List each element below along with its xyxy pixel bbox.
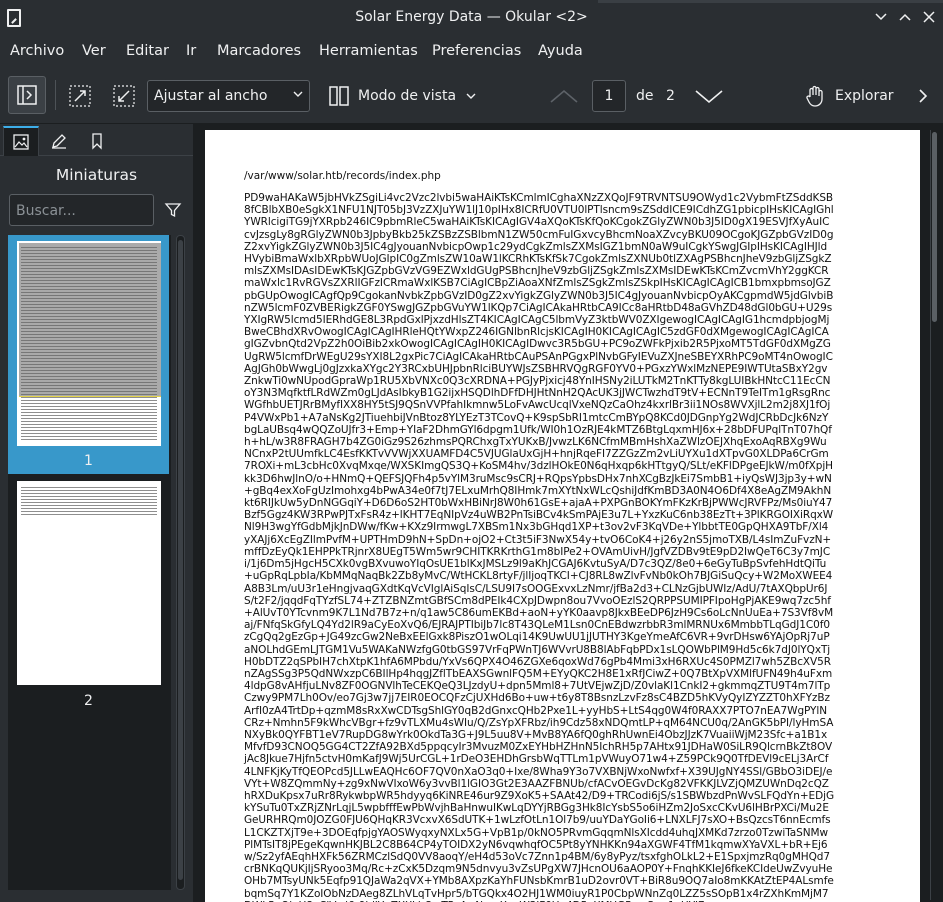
image-icon [13, 134, 29, 150]
zoom-select-icon [113, 85, 135, 107]
content-text: PD9waHAKaW5jbHVkZSgiLi4vc2Vzc2lvbi5waHAi… [244, 192, 753, 204]
scrollbar-handle[interactable] [932, 132, 937, 322]
tab-annotations[interactable] [41, 126, 77, 156]
thumbnail-page-2[interactable] [17, 481, 161, 685]
encoded-content: PD9waHAKaW5jbHVkZSgiLi4vc2Vzc2lvbi5waHAi… [244, 192, 834, 902]
thumbnail-page-1[interactable] [17, 241, 161, 446]
chevron-right-icon[interactable] [918, 88, 928, 104]
content-text: AsIDEwKTsKJGZpbGVzVG9EZWxldGUgPSBhcnJheV… [301, 265, 815, 278]
window-title: Solar Energy Data — Okular <2> [355, 9, 588, 25]
chevron-down-icon[interactable] [466, 92, 476, 100]
thumbnail-label: 1 [84, 453, 93, 469]
total-pages: 2 [666, 88, 675, 104]
sidebar-icon [17, 85, 37, 105]
chevron-up-icon [550, 89, 578, 103]
document-page: /var/www/solar.htb/records/index.php PD9… [205, 130, 920, 902]
zoom-mode-select[interactable]: Ajustar al ancho [147, 80, 310, 112]
zoom-fit-icon [69, 85, 91, 107]
title-bar-accent [598, 0, 943, 3]
menu-ayuda[interactable]: Ayuda [538, 43, 583, 59]
menu-editar[interactable]: Editar [126, 43, 169, 59]
title-bar: Solar Energy Data — Okular <2> [0, 0, 943, 36]
main-toolbar: Ajustar al ancho Modo de vista 1 de 2 Ex… [0, 68, 943, 124]
tab-bookmarks[interactable] [79, 126, 115, 156]
show-sidebar-button[interactable] [8, 76, 46, 114]
view-mode-icon[interactable] [326, 83, 352, 109]
content-text: +PGJyPjxicj48YnIHSNy2iLUTkM2TnKTTy8kgLUI… [244, 375, 834, 595]
hand-icon[interactable] [801, 82, 829, 110]
pen-icon [52, 134, 66, 149]
menu-bar: Archivo Ver Editar Ir Marcadores Herrami… [0, 36, 943, 68]
thumbnail-text-lines [21, 487, 157, 517]
document-scrollbar[interactable] [930, 130, 938, 900]
chevron-down-icon [695, 90, 723, 104]
menu-ir[interactable]: Ir [186, 43, 196, 59]
close-icon[interactable] [920, 8, 938, 26]
minimize-icon[interactable] [872, 8, 890, 26]
browse-tool-button[interactable]: Explorar [835, 88, 894, 104]
menu-herramientas[interactable]: Herramientas [319, 43, 418, 59]
fit-width-button[interactable] [110, 82, 138, 110]
page-of-label: de [636, 88, 654, 104]
previous-page-button[interactable] [548, 82, 580, 110]
view-mode-button[interactable]: Modo de vista [358, 88, 456, 104]
document-viewer[interactable]: /var/www/solar.htb/records/index.php PD9… [193, 124, 943, 902]
visible-area-overlay [19, 243, 161, 397]
next-page-button[interactable] [693, 82, 725, 110]
content-text: xLzNmr/jfBa2d3+CLNzGjbUWIz/AdU/7tAXQbpUr… [244, 582, 835, 902]
fit-page-button[interactable] [66, 82, 94, 110]
scrollbar-handle[interactable] [178, 240, 183, 880]
menu-marcadores[interactable]: Marcadores [217, 43, 301, 59]
tab-thumbnails[interactable] [3, 126, 39, 156]
sidebar-panel: Miniaturas Buscar... 1 2 [0, 124, 193, 902]
page-number-input[interactable]: 1 [592, 80, 626, 112]
zoom-mode-value: Ajustar al ancho [154, 88, 268, 104]
sidebar-tabs [0, 124, 193, 156]
filter-icon[interactable] [164, 201, 182, 219]
toolbar-separator [55, 80, 56, 110]
bookmark-icon [92, 133, 102, 150]
file-path-text: /var/www/solar.htb/records/index.php [244, 170, 441, 182]
thumbnail-scrollbar[interactable] [176, 235, 185, 890]
chevron-down-icon [293, 91, 303, 97]
thumbnail-label: 2 [84, 693, 93, 709]
thumbnail-list: 1 2 [8, 235, 171, 890]
menu-archivo[interactable]: Archivo [10, 43, 64, 59]
sidebar-title: Miniaturas [55, 166, 138, 184]
maximize-icon[interactable] [896, 8, 914, 26]
thumbnail-search-input[interactable]: Buscar... [9, 194, 154, 226]
menu-preferencias[interactable]: Preferencias [432, 43, 521, 59]
menu-ver[interactable]: Ver [82, 43, 106, 59]
content-text: B1bmxpbmsoJGZpbGUpOwogICAgfQp9CgokanNvbk… [244, 277, 834, 388]
